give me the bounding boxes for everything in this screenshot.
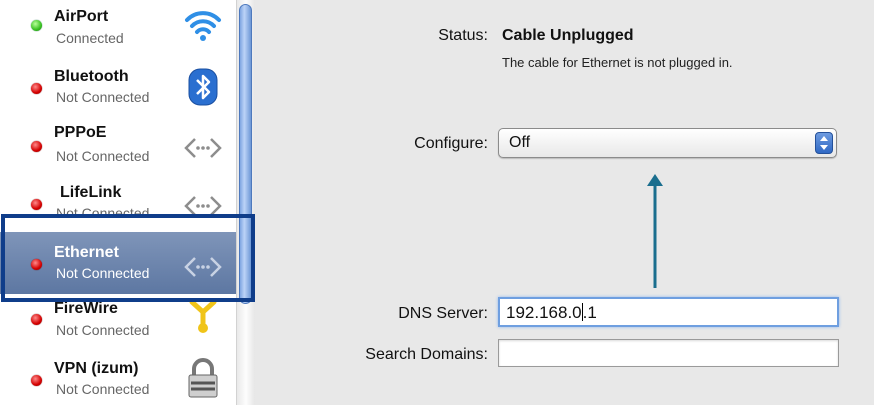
service-name: Bluetooth bbox=[54, 68, 129, 85]
status-dot-red bbox=[31, 375, 42, 386]
service-name: AirPort bbox=[54, 8, 109, 25]
status-dot-green bbox=[31, 20, 42, 31]
configure-label: Configure: bbox=[414, 135, 488, 152]
service-name: PPPoE bbox=[54, 124, 107, 141]
network-arrows-icon bbox=[183, 128, 223, 168]
service-item-firewire[interactable]: FireWire Not Connected bbox=[0, 294, 236, 352]
dns-server-field[interactable]: 192.168.0.1 bbox=[498, 297, 839, 327]
service-status: Not Connected bbox=[56, 148, 150, 164]
service-name: LifeLink bbox=[60, 184, 122, 201]
dns-server-value: 192.168.0.1 bbox=[506, 303, 597, 322]
search-domains-label: Search Domains: bbox=[365, 346, 488, 363]
status-dot-red bbox=[31, 141, 42, 152]
service-status: Connected bbox=[56, 30, 124, 46]
service-status: Not Connected bbox=[56, 322, 150, 338]
search-domains-field[interactable] bbox=[498, 339, 839, 367]
lock-icon bbox=[183, 358, 223, 398]
popup-arrows-icon bbox=[815, 132, 833, 154]
status-dot-red bbox=[31, 83, 42, 94]
status-label: Status: bbox=[438, 27, 488, 44]
service-name: FireWire bbox=[54, 300, 118, 317]
status-value: Cable Unplugged bbox=[502, 27, 634, 44]
bluetooth-icon bbox=[183, 67, 223, 107]
dns-server-label: DNS Server: bbox=[398, 305, 488, 322]
service-item-pppoe[interactable]: PPPoE Not Connected bbox=[0, 116, 236, 174]
service-list: AirPort Connected Bluetooth Not Connecte… bbox=[0, 0, 255, 405]
service-item-airport[interactable]: AirPort Connected bbox=[0, 0, 236, 58]
status-dot-red bbox=[31, 199, 42, 210]
wifi-icon bbox=[183, 6, 223, 46]
service-status: Not Connected bbox=[56, 381, 150, 397]
service-item-bluetooth[interactable]: Bluetooth Not Connected bbox=[0, 58, 236, 116]
service-status: Not Connected bbox=[56, 89, 150, 105]
annotation-arrow bbox=[647, 174, 663, 288]
configure-popup[interactable]: Off bbox=[498, 128, 837, 158]
service-name: VPN (izum) bbox=[54, 360, 139, 377]
selection-highlight-annotation bbox=[1, 214, 255, 302]
service-item-vpn[interactable]: VPN (izum) Not Connected bbox=[0, 350, 236, 405]
status-note: The cable for Ethernet is not plugged in… bbox=[502, 55, 733, 70]
firewire-icon bbox=[183, 296, 223, 336]
configure-value: Off bbox=[509, 134, 531, 151]
status-dot-red bbox=[31, 314, 42, 325]
